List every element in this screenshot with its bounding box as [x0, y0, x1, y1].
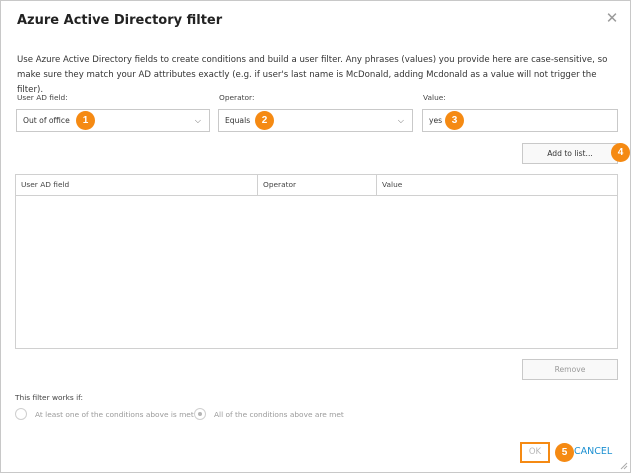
callout-badge-2: 2: [255, 111, 274, 130]
radio-at-least-one-label: At least one of the conditions above is …: [35, 410, 194, 419]
value-input-text: yes: [429, 116, 443, 125]
table-header: User AD field Operator Value: [16, 175, 617, 196]
cancel-button[interactable]: CANCEL: [574, 446, 612, 457]
remove-button[interactable]: Remove: [522, 359, 618, 380]
add-to-list-button[interactable]: Add to list...: [522, 143, 618, 164]
value-label: Value:: [423, 93, 446, 102]
radio-at-least-one[interactable]: [15, 408, 27, 420]
ok-button[interactable]: OK: [520, 442, 550, 463]
chevron-down-icon: ⌵: [194, 116, 201, 125]
user-ad-field-label: User AD field:: [17, 93, 68, 102]
callout-badge-1: 1: [76, 111, 95, 130]
operator-value: Equals: [225, 116, 251, 125]
user-ad-field-value: Out of office: [23, 116, 70, 125]
column-header-user-ad-field: User AD field: [16, 175, 258, 195]
callout-badge-3: 3: [445, 111, 464, 130]
chevron-down-icon: ⌵: [397, 116, 404, 125]
conditions-table: User AD field Operator Value: [15, 174, 618, 349]
callout-badge-4: 4: [611, 143, 630, 162]
callout-badge-5: 5: [555, 443, 574, 462]
filter-works-if-label: This filter works if:: [15, 393, 83, 402]
dialog-title: Azure Active Directory filter: [17, 13, 223, 28]
close-icon[interactable]: ✕: [604, 10, 620, 26]
column-header-value: Value: [382, 180, 403, 189]
column-header-operator: Operator: [258, 175, 377, 195]
resize-grip-icon[interactable]: [620, 462, 628, 470]
radio-all-conditions[interactable]: [194, 408, 206, 420]
user-ad-field-select[interactable]: Out of office ⌵: [16, 109, 210, 132]
azure-ad-filter-dialog: Azure Active Directory filter ✕ Use Azur…: [0, 0, 631, 473]
operator-label: Operator:: [219, 93, 255, 102]
radio-all-conditions-label: All of the conditions above are met: [214, 410, 344, 419]
dialog-description: Use Azure Active Directory fields to cre…: [17, 55, 608, 95]
operator-select[interactable]: Equals ⌵: [218, 109, 413, 132]
